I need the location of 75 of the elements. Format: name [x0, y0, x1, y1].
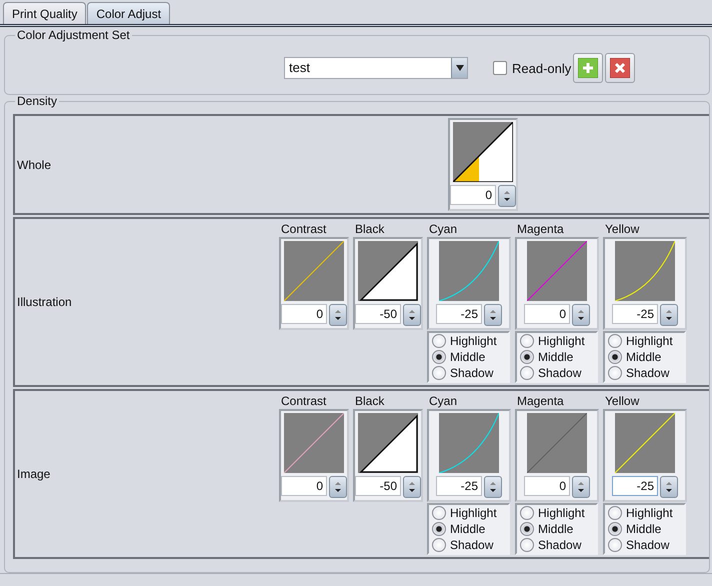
tab[interactable]: Color Adjust — [87, 2, 170, 24]
channel-label: Contrast — [280, 393, 326, 409]
tone-radio[interactable]: Shadow — [608, 538, 684, 552]
tone-radio[interactable]: Highlight — [608, 334, 684, 348]
spinner-buttons[interactable] — [572, 304, 590, 326]
spinner-buttons[interactable] — [660, 476, 678, 498]
spinner-buttons[interactable] — [403, 304, 421, 326]
row-label: Illustration — [16, 295, 73, 309]
tone-radio[interactable]: Shadow — [432, 366, 508, 380]
tone-radio[interactable]: Highlight — [520, 506, 596, 520]
curve-graph — [527, 413, 587, 473]
curve-graph — [453, 122, 513, 182]
read-only-checkbox[interactable]: Read-only — [493, 60, 572, 76]
value-field[interactable]: 0 — [524, 476, 570, 496]
value-field[interactable]: 0 — [524, 304, 570, 324]
spinner-buttons[interactable] — [572, 476, 590, 498]
tone-radio[interactable]: Middle — [520, 522, 596, 536]
value-field[interactable]: -50 — [355, 304, 401, 324]
channel-label: Black — [354, 221, 384, 237]
tone-radio[interactable]: Shadow — [520, 538, 596, 552]
tone-radio[interactable]: Highlight — [432, 506, 508, 520]
spinner-buttons[interactable] — [329, 304, 347, 326]
tone-radio[interactable]: Highlight — [432, 334, 508, 348]
spinner-buttons[interactable] — [403, 476, 421, 498]
group-title: Color Adjustment Set — [15, 29, 132, 42]
value-field[interactable]: -25 — [436, 304, 482, 324]
value-field[interactable]: -50 — [355, 476, 401, 496]
channel-label: Magenta — [516, 221, 564, 237]
add-button[interactable] — [573, 53, 604, 83]
channel-label: Cyan — [428, 393, 458, 409]
spinner-buttons[interactable] — [484, 304, 502, 326]
tone-radio[interactable]: Middle — [520, 350, 596, 364]
value-field[interactable]: -25 — [612, 304, 658, 324]
tone-radio[interactable]: Middle — [608, 350, 684, 364]
channel-label: Black — [354, 393, 384, 409]
row-label: Whole — [16, 158, 52, 172]
channel-label: Cyan — [428, 221, 458, 237]
tone-radio[interactable]: Shadow — [608, 366, 684, 380]
tone-radio[interactable]: Middle — [432, 522, 508, 536]
value-field[interactable]: -25 — [436, 476, 482, 496]
tone-radio[interactable]: Shadow — [432, 538, 508, 552]
value-field[interactable]: -25 — [612, 476, 658, 496]
channel-label: Magenta — [516, 393, 564, 409]
spinner-buttons[interactable] — [498, 185, 516, 207]
set-dropdown[interactable]: test — [284, 57, 468, 79]
curve-graph — [615, 241, 675, 301]
close-icon — [610, 58, 630, 78]
curve-graph — [358, 413, 418, 473]
tone-radio[interactable]: Highlight — [520, 334, 596, 348]
value-field[interactable]: 0 — [281, 476, 327, 496]
curve-graph — [358, 241, 418, 301]
caret-icon — [456, 65, 464, 71]
delete-button[interactable] — [605, 53, 636, 83]
value-field[interactable]: 0 — [450, 185, 496, 205]
channel-label: Contrast — [280, 221, 326, 237]
tone-radio[interactable]: Highlight — [608, 506, 684, 520]
curve-graph — [527, 241, 587, 301]
curve-graph — [615, 413, 675, 473]
curve-graph — [284, 413, 344, 473]
channel-label: Yellow — [604, 221, 640, 237]
value-field[interactable]: 0 — [281, 304, 327, 324]
spinner-buttons[interactable] — [660, 304, 678, 326]
group-title: Density — [15, 95, 60, 108]
channel-label: Yellow — [604, 393, 640, 409]
tone-radio[interactable]: Shadow — [520, 366, 596, 380]
spinner-buttons[interactable] — [484, 476, 502, 498]
tab[interactable]: Print Quality — [3, 2, 86, 24]
plus-icon — [578, 58, 598, 78]
row-label: Image — [16, 467, 52, 481]
tone-radio[interactable]: Middle — [608, 522, 684, 536]
curve-graph — [284, 241, 344, 301]
spinner-buttons[interactable] — [329, 476, 347, 498]
tone-radio[interactable]: Middle — [432, 350, 508, 364]
curve-graph — [439, 241, 499, 301]
curve-graph — [439, 413, 499, 473]
